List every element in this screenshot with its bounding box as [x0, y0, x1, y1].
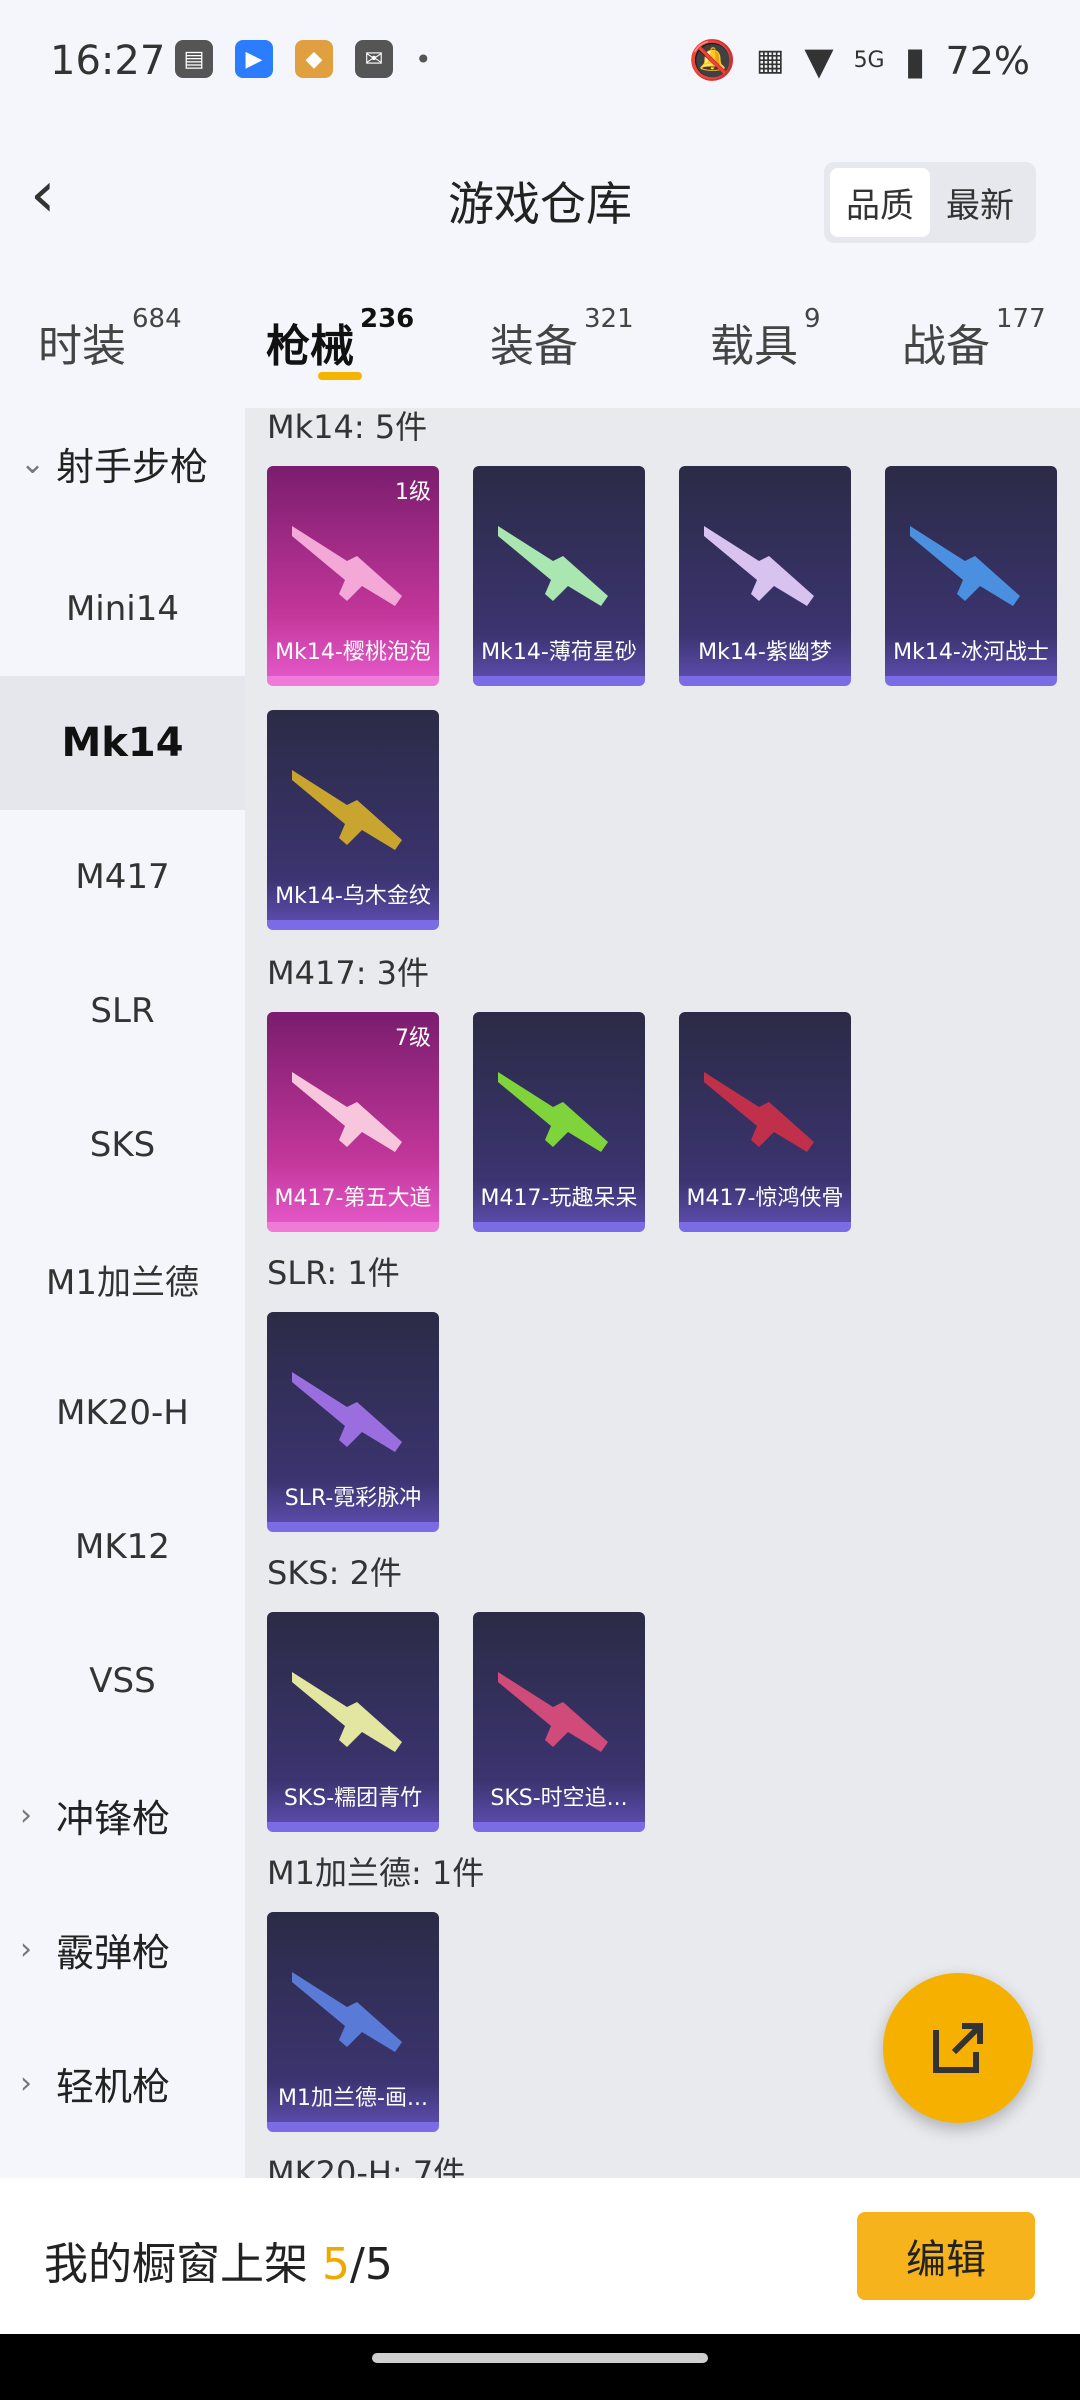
skin-name: Mk14-薄荷星砂	[481, 640, 637, 665]
skin-name: M1加兰德-画...	[278, 2086, 428, 2111]
rifle-icon	[498, 526, 608, 606]
skin-card[interactable]: M417-玩趣呆呆	[473, 1012, 645, 1232]
sidebar-item-vss[interactable]: VSS	[0, 1614, 245, 1748]
tab-vehicles[interactable]: 载具9	[710, 304, 821, 374]
share-icon	[933, 2023, 983, 2073]
signal-icon: 5G	[853, 47, 885, 73]
sidebar-item-mini14[interactable]: Mini14	[0, 542, 245, 676]
skin-card[interactable]: M417-惊鸿侠骨	[679, 1012, 851, 1232]
share-button[interactable]	[883, 1973, 1033, 2123]
sidebar-item-mk12[interactable]: MK12	[0, 1480, 245, 1614]
skin-name: SKS-糯团青竹	[283, 1786, 423, 1811]
game-app-icon: ◆	[295, 40, 333, 78]
showcase-label: 我的橱窗上架 5/5	[44, 2239, 393, 2290]
rifle-icon	[704, 526, 814, 606]
status-right: 🔕 ▦ ▼ 5G ▮ 72%	[689, 38, 1030, 83]
active-tab-indicator	[318, 372, 362, 380]
rifle-icon	[292, 1072, 402, 1152]
chevron-down-icon: ⌄	[20, 445, 46, 481]
sidebar-group-shotgun[interactable]: › 霰弹枪	[0, 1882, 245, 2016]
status-bar: 16:27 ▤ ▶ ◆ ✉ • 🔕 ▦ ▼ 5G ▮ 72%	[0, 0, 1080, 130]
weapon-sidebar: ⌄ 射手步枪 Mini14 Mk14 M417 SLR SKS M1加兰德 MK2…	[0, 408, 245, 2178]
chevron-right-icon: ›	[20, 1797, 32, 1833]
edit-button[interactable]: 编辑	[857, 2212, 1035, 2300]
skin-level: 1级	[395, 480, 431, 505]
rifle-icon	[498, 1672, 608, 1752]
skin-card[interactable]: Mk14-乌木金纹	[267, 710, 439, 930]
sort-latest-button[interactable]: 最新	[930, 168, 1030, 237]
sidebar-group-smg[interactable]: › 冲锋枪	[0, 1748, 245, 1882]
mail-icon: ✉	[355, 40, 393, 78]
rifle-icon	[292, 770, 402, 850]
skin-card[interactable]: Mk14-薄荷星砂	[473, 466, 645, 686]
showcase-total: /5	[350, 2239, 393, 2290]
weapon-grid: Mk14: 5件 1级 Mk14-樱桃泡泡 Mk14-薄荷星砂 Mk14-紫幽梦…	[245, 408, 1080, 2178]
chevron-right-icon: ›	[20, 2065, 32, 2101]
tab-battle-prep[interactable]: 战备177	[902, 304, 1046, 374]
sidebar-item-m417[interactable]: M417	[0, 810, 245, 944]
more-dot-icon: •	[415, 42, 432, 76]
section-title: Mk14: 5件	[267, 408, 428, 446]
nfc-icon: ▦	[755, 43, 785, 78]
rifle-icon	[292, 1672, 402, 1752]
tab-fashion[interactable]: 时装684	[38, 304, 182, 374]
sidebar-group-lmg[interactable]: › 轻机枪	[0, 2016, 245, 2150]
skin-card[interactable]: SKS-时空追...	[473, 1612, 645, 1832]
skin-name: M417-惊鸿侠骨	[686, 1186, 844, 1211]
rifle-icon	[292, 1372, 402, 1452]
rifle-icon	[292, 1972, 402, 2052]
skin-card[interactable]: SLR-霓彩脉冲	[267, 1312, 439, 1532]
battery-icon: ▮	[904, 38, 926, 83]
home-indicator[interactable]	[372, 2353, 708, 2363]
skin-name: Mk14-樱桃泡泡	[275, 640, 431, 665]
rifle-icon	[704, 1072, 814, 1152]
tab-guns[interactable]: 枪械236	[266, 304, 414, 374]
sidebar-item-m1garand[interactable]: M1加兰德	[0, 1212, 245, 1346]
section-title: SLR: 1件	[267, 1254, 400, 1292]
skin-card[interactable]: SKS-糯团青竹	[267, 1612, 439, 1832]
mute-icon: 🔕	[688, 38, 736, 82]
status-time: 16:27	[50, 38, 166, 84]
battery-text: 72%	[945, 38, 1030, 83]
skin-card[interactable]: 1级 Mk14-樱桃泡泡	[267, 466, 439, 686]
sidebar-item-mk20h[interactable]: MK20-H	[0, 1346, 245, 1480]
sidebar-item-mk14[interactable]: Mk14	[0, 676, 245, 810]
skin-level: 7级	[395, 1026, 431, 1051]
sidebar-group-marksman[interactable]: ⌄ 射手步枪	[0, 396, 245, 530]
skin-name: Mk14-乌木金纹	[275, 884, 431, 909]
section-title: M417: 3件	[267, 954, 430, 992]
showcase-bar: 我的橱窗上架 5/5 编辑	[0, 2178, 1080, 2334]
category-tabs: 时装684 枪械236 装备321 载具9 战备177	[0, 260, 1080, 408]
skin-card[interactable]: Mk14-紫幽梦	[679, 466, 851, 686]
section-title: M1加兰德: 1件	[267, 1854, 485, 1892]
showcase-count: 5	[322, 2239, 350, 2290]
skin-name: Mk14-紫幽梦	[698, 640, 832, 665]
sidebar-item-sks[interactable]: SKS	[0, 1078, 245, 1212]
rifle-icon	[498, 1072, 608, 1152]
notification-icons: ▤ ▶ ◆ ✉ •	[175, 40, 432, 78]
header: ‹ 游戏仓库 品质 最新	[0, 130, 1080, 260]
skin-name: M417-玩趣呆呆	[480, 1186, 638, 1211]
skin-card[interactable]: 7级 M417-第五大道	[267, 1012, 439, 1232]
wifi-icon: ▼	[804, 38, 834, 83]
app-icon: ▶	[235, 40, 273, 78]
skin-name: SLR-霓彩脉冲	[284, 1486, 422, 1511]
rifle-icon	[292, 526, 402, 606]
section-title: SKS: 2件	[267, 1554, 402, 1592]
skin-name: M417-第五大道	[274, 1186, 432, 1211]
system-nav-bar	[0, 2334, 1080, 2400]
message-icon: ▤	[175, 40, 213, 78]
skin-name: SKS-时空追...	[490, 1786, 628, 1811]
sidebar-item-slr[interactable]: SLR	[0, 944, 245, 1078]
skin-card[interactable]: Mk14-冰河战士	[885, 466, 1057, 686]
skin-card[interactable]: M1加兰德-画...	[267, 1912, 439, 2132]
skin-name: Mk14-冰河战士	[893, 640, 1049, 665]
rifle-icon	[910, 526, 1020, 606]
chevron-right-icon: ›	[20, 1931, 32, 1967]
tab-equipment[interactable]: 装备321	[490, 304, 634, 374]
section-title: MK20-H: 7件	[267, 2154, 466, 2178]
sort-toggle: 品质 最新	[824, 162, 1036, 243]
sort-quality-button[interactable]: 品质	[830, 168, 930, 237]
